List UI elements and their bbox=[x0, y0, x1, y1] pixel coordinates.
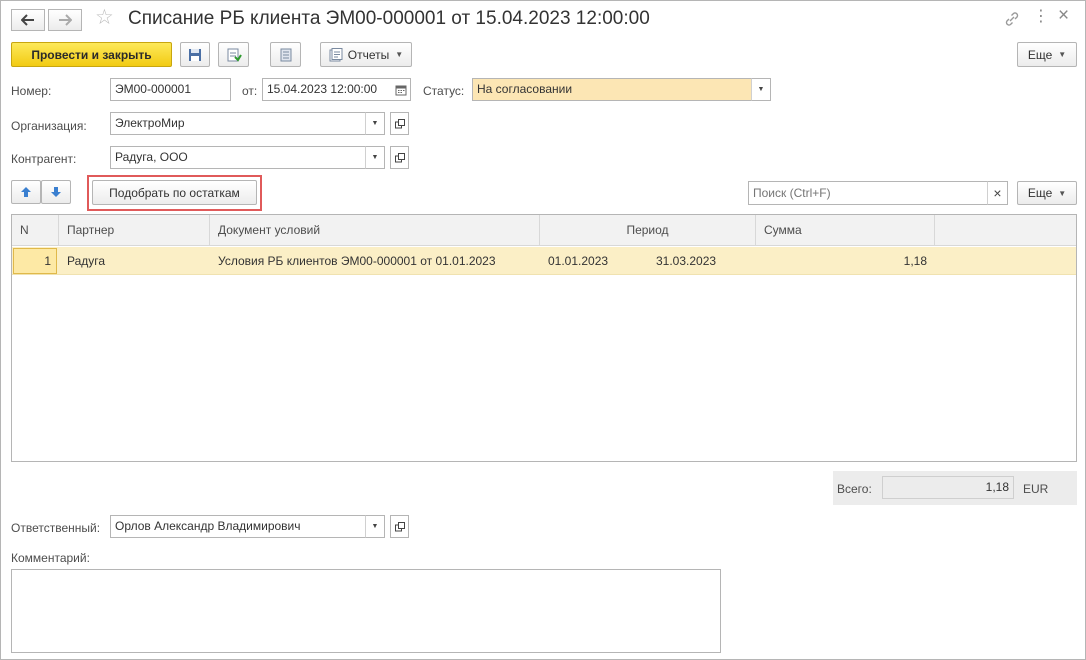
status-field[interactable]: На согласовании bbox=[472, 78, 752, 101]
responsible-open-button[interactable] bbox=[390, 515, 409, 538]
highlight-frame bbox=[87, 175, 262, 211]
organization-open-button[interactable] bbox=[390, 112, 409, 135]
cell-document[interactable]: Условия РБ клиентов ЭМ00-000001 от 01.01… bbox=[210, 247, 540, 275]
more-vertical-icon[interactable]: ⋮ bbox=[1033, 7, 1049, 27]
more-label: Еще bbox=[1027, 186, 1053, 200]
responsible-dropdown-button[interactable]: ▼ bbox=[365, 515, 385, 538]
link-icon[interactable] bbox=[1003, 10, 1021, 28]
column-header-empty bbox=[935, 215, 1076, 246]
chevron-down-icon: ▼ bbox=[395, 50, 404, 59]
reports-dropdown-button[interactable]: Отчеты ▼ bbox=[320, 42, 412, 67]
forward-button[interactable] bbox=[48, 9, 82, 31]
search-input[interactable] bbox=[748, 181, 988, 205]
column-header-document[interactable]: Документ условий bbox=[210, 215, 540, 246]
column-header-sum[interactable]: Сумма bbox=[756, 215, 935, 246]
column-header-n[interactable]: N bbox=[12, 215, 59, 246]
reports-icon bbox=[329, 47, 343, 61]
chevron-down-icon: ▼ bbox=[1058, 188, 1067, 198]
status-dropdown-button[interactable]: ▼ bbox=[751, 78, 771, 101]
reports-label: Отчеты bbox=[347, 47, 390, 62]
clear-search-button[interactable]: × bbox=[987, 181, 1008, 205]
close-icon[interactable]: × bbox=[1058, 6, 1069, 26]
window-title: Списание РБ клиента ЭМ00-000001 от 15.04… bbox=[128, 8, 650, 29]
conditions-table[interactable]: N Партнер Документ условий Период Сумма … bbox=[11, 214, 1077, 462]
open-window-icon bbox=[394, 521, 405, 531]
organization-dropdown-button[interactable]: ▼ bbox=[365, 112, 385, 135]
chevron-down-icon: ▼ bbox=[371, 154, 379, 161]
open-window-icon bbox=[394, 118, 405, 128]
date-label: от: bbox=[242, 84, 258, 98]
responsible-label: Ответственный: bbox=[11, 521, 101, 535]
responsible-field[interactable]: Орлов Александр Владимирович bbox=[110, 515, 366, 538]
counterparty-open-button[interactable] bbox=[390, 146, 409, 169]
total-currency: EUR bbox=[1023, 482, 1049, 496]
totals-panel: Всего: 1,18 EUR bbox=[833, 471, 1077, 505]
cell-n[interactable]: 1 bbox=[13, 248, 57, 274]
chevron-down-icon: ▼ bbox=[1058, 50, 1067, 59]
counterparty-label: Контрагент: bbox=[11, 152, 77, 166]
arrow-left-icon bbox=[21, 14, 34, 26]
floppy-disk-icon bbox=[189, 48, 201, 61]
more-button[interactable]: Еще ▼ bbox=[1017, 42, 1077, 67]
counterparty-dropdown-button[interactable]: ▼ bbox=[365, 146, 385, 169]
back-button[interactable] bbox=[11, 9, 45, 31]
number-field[interactable]: ЭМ00-000001 bbox=[110, 78, 231, 101]
counterparty-field[interactable]: Радуга, ООО bbox=[110, 146, 366, 169]
date-field[interactable]: 15.04.2023 12:00:00 bbox=[262, 78, 392, 101]
move-up-button[interactable] bbox=[11, 180, 41, 204]
post-and-close-button[interactable]: Провести и закрыть bbox=[11, 42, 172, 67]
post-button[interactable] bbox=[218, 42, 249, 67]
post-document-icon bbox=[227, 48, 242, 62]
table-header: N Партнер Документ условий Период Сумма bbox=[12, 215, 1076, 246]
list-button[interactable] bbox=[270, 42, 301, 67]
organization-label: Организация: bbox=[11, 119, 87, 133]
arrow-down-icon bbox=[51, 187, 61, 197]
column-header-partner[interactable]: Партнер bbox=[59, 215, 210, 246]
more-label: Еще bbox=[1027, 47, 1053, 62]
calendar-button[interactable] bbox=[391, 78, 411, 101]
save-button[interactable] bbox=[180, 42, 210, 67]
cell-period-start[interactable]: 01.01.2023 bbox=[540, 247, 648, 275]
comment-label: Комментарий: bbox=[11, 551, 90, 565]
chevron-down-icon: ▼ bbox=[371, 523, 379, 530]
arrow-up-icon bbox=[21, 187, 31, 197]
calendar-icon bbox=[395, 85, 406, 95]
arrow-right-icon bbox=[59, 14, 72, 26]
cell-partner[interactable]: Радуга bbox=[59, 247, 210, 275]
status-label: Статус: bbox=[423, 84, 465, 98]
comment-textarea[interactable] bbox=[11, 569, 721, 653]
favorite-star-icon[interactable]: ☆ bbox=[95, 7, 114, 28]
organization-field[interactable]: ЭлектроМир bbox=[110, 112, 366, 135]
close-icon: × bbox=[993, 185, 1002, 201]
column-header-period[interactable]: Период bbox=[540, 215, 756, 246]
cell-period-end[interactable]: 31.03.2023 bbox=[648, 247, 756, 275]
move-down-button[interactable] bbox=[41, 180, 71, 204]
table-row[interactable]: 1 Радуга Условия РБ клиентов ЭМ00-000001… bbox=[12, 247, 1076, 275]
table-more-button[interactable]: Еще ▼ bbox=[1017, 181, 1077, 205]
total-value: 1,18 bbox=[882, 476, 1014, 499]
list-document-icon bbox=[280, 48, 291, 61]
document-window: ☆ Списание РБ клиента ЭМ00-000001 от 15.… bbox=[0, 0, 1086, 660]
total-label: Всего: bbox=[837, 482, 872, 496]
chevron-down-icon: ▼ bbox=[371, 120, 379, 127]
cell-sum[interactable]: 1,18 bbox=[756, 247, 935, 275]
chevron-down-icon: ▼ bbox=[757, 86, 765, 93]
open-window-icon bbox=[394, 152, 405, 162]
number-label: Номер: bbox=[11, 84, 52, 98]
